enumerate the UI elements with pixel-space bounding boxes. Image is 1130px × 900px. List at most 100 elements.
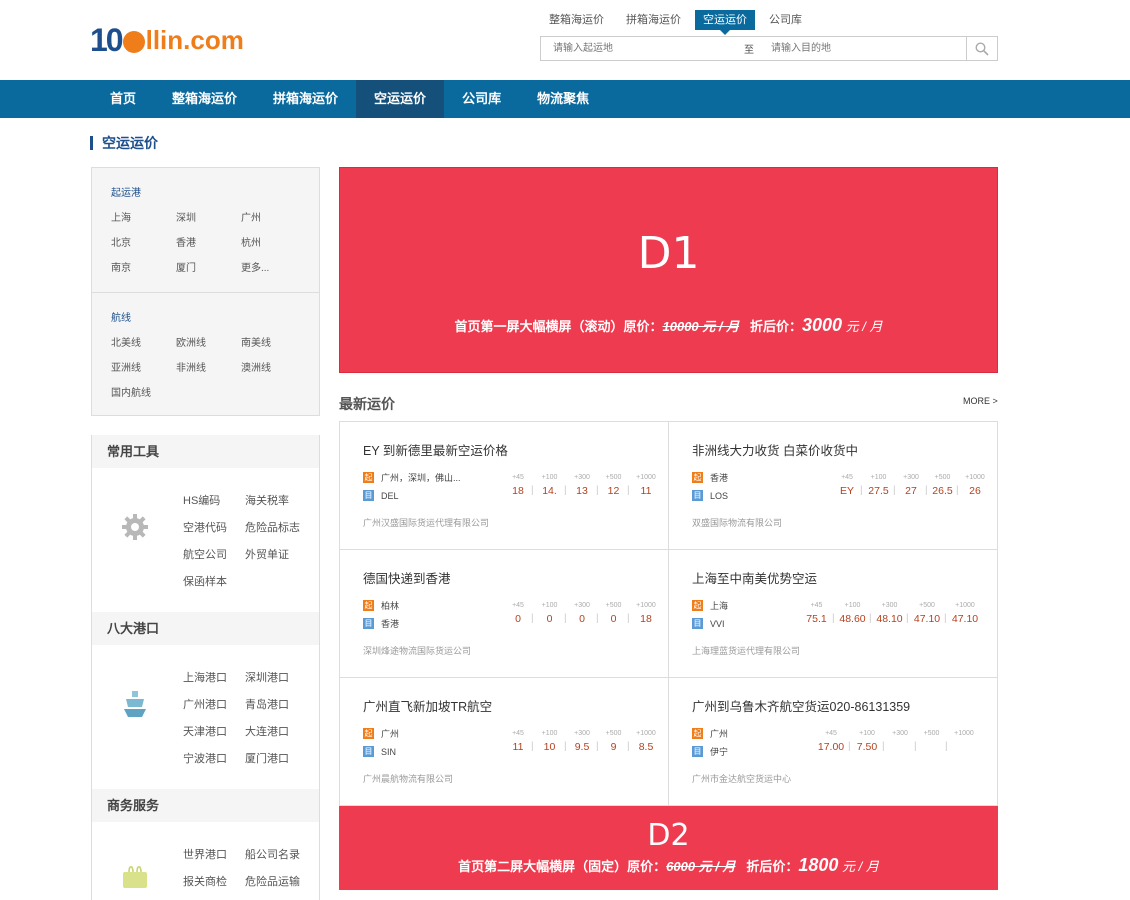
weight-break-header: +100 xyxy=(870,474,887,481)
route-filter-item[interactable]: 非洲线 xyxy=(176,359,241,374)
rate-card[interactable]: 广州直飞新加坡TR航空 起广州 目 SIN +45 11 +100 10 +300… xyxy=(340,678,669,806)
price-column: +300 48.10 xyxy=(871,602,908,627)
company-name[interactable]: 广州汉盛国际货运代理有限公司 xyxy=(363,516,489,529)
company-name[interactable]: 广州市金达航空货运中心 xyxy=(692,772,791,785)
nav-home[interactable]: 首页 xyxy=(92,80,154,118)
price-value: 47.10 xyxy=(946,613,984,627)
port-filter-item[interactable]: 南京 xyxy=(111,259,176,274)
banner-unit: 元 / 月 xyxy=(842,859,879,874)
price-table: +45 EY +100 27.5 +300 27 +500 26.5 +1000… xyxy=(832,474,992,499)
route-filter-item[interactable]: 欧洲线 xyxy=(176,334,241,349)
search-tab-air[interactable]: 空运运价 xyxy=(695,10,755,35)
weight-break-header: +100 xyxy=(844,602,861,609)
price-column: +500 9 xyxy=(598,730,629,755)
company-name[interactable]: 深圳烽途物流国际货运公司 xyxy=(363,644,471,657)
rate-card[interactable]: 广州到乌鲁木齐航空货运020-86131359 起广州 目伊宁 +45 17.0… xyxy=(669,678,998,806)
ship-icon xyxy=(124,691,146,717)
weight-break-header: +500 xyxy=(605,730,622,737)
company-name[interactable]: 广州晨航物流有限公司 xyxy=(363,772,453,785)
nav-news[interactable]: 物流聚焦 xyxy=(519,80,607,118)
rate-title[interactable]: 广州直飞新加坡TR航空 xyxy=(363,696,668,714)
origin-search-input[interactable] xyxy=(541,37,739,60)
destination-place: VVI xyxy=(710,618,725,629)
banner-price: 1800 xyxy=(798,855,839,875)
port-link[interactable]: 青岛港口 xyxy=(245,696,307,711)
port-link[interactable]: 深圳港口 xyxy=(245,669,307,684)
tool-link[interactable]: HS编码 xyxy=(183,492,245,507)
port-link[interactable]: 上海港口 xyxy=(183,669,245,684)
banner-discount-label: 折后价： xyxy=(746,859,799,874)
price-column: +300 9.5 xyxy=(566,730,598,755)
port-link[interactable]: 广州港口 xyxy=(183,696,245,711)
more-link[interactable]: MORE > xyxy=(963,396,998,406)
search-button[interactable] xyxy=(966,37,997,60)
price-column: +100 48.60 xyxy=(834,602,871,627)
nav-fcl[interactable]: 整箱海运价 xyxy=(154,80,255,118)
rate-card[interactable]: EY 到新德里最新空运价格 起广州，深圳，佛山... 目 DEL +45 18 +… xyxy=(340,422,669,550)
rate-title[interactable]: 德国快递到香港 xyxy=(363,568,668,586)
nav-company[interactable]: 公司库 xyxy=(444,80,519,118)
ad-banner-d1[interactable]: D1 首页第一屏大幅横屏（滚动）原价：10000 元 / 月 折后价：3000 … xyxy=(339,167,998,373)
site-logo[interactable]: 10 llin.com xyxy=(90,22,244,58)
price-value: 75.1 xyxy=(806,613,827,625)
route-filter-item[interactable]: 北美线 xyxy=(111,334,176,349)
tool-link[interactable]: 空港代码 xyxy=(183,519,245,534)
tool-link[interactable]: 保函样本 xyxy=(183,573,245,588)
port-filter-item[interactable]: 杭州 xyxy=(241,234,306,249)
price-value: 18 xyxy=(512,485,524,497)
port-filter-item[interactable]: 深圳 xyxy=(176,209,241,224)
ad-banner-d2[interactable]: D2 首页第二屏大幅横屏（固定）原价：6000 元 / 月 折后价：1800 元… xyxy=(339,806,998,890)
weight-break-header: +1000 xyxy=(636,474,656,481)
destination-search-input[interactable] xyxy=(759,37,964,60)
tool-link[interactable]: 海关税率 xyxy=(245,492,307,507)
company-name[interactable]: 上海理蓝货运代理有限公司 xyxy=(692,644,800,657)
rate-card[interactable]: 德国快递到香港 起柏林 目香港 +45 0 +100 0 +300 0 +500… xyxy=(340,550,669,678)
rate-card[interactable]: 非洲线大力收货 白菜价收货中 起香港 目 LOS +45 EY +100 27.5… xyxy=(669,422,998,550)
logo-text-prefix: 10 xyxy=(90,21,124,58)
port-link[interactable]: 厦门港口 xyxy=(245,750,307,765)
port-filter-item[interactable]: 上海 xyxy=(111,209,176,224)
port-link[interactable]: 天津港口 xyxy=(183,723,245,738)
route-filter-item[interactable]: 国内航线 xyxy=(111,384,176,399)
port-filter-item[interactable]: 香港 xyxy=(176,234,241,249)
tool-link[interactable]: 外贸单证 xyxy=(245,546,307,561)
nav-air[interactable]: 空运运价 xyxy=(356,80,445,118)
weight-break-header: +100 xyxy=(541,730,558,737)
service-link[interactable]: 船公司名录 xyxy=(245,846,307,861)
tool-link[interactable]: 航空公司 xyxy=(183,546,245,561)
route-filter-item[interactable]: 澳洲线 xyxy=(241,359,306,374)
rate-card[interactable]: 上海至中南美优势空运 起上海 目 VVI +45 75.1 +100 48.60 … xyxy=(669,550,998,678)
port-filter-item[interactable]: 广州 xyxy=(241,209,306,224)
rate-route: 起上海 目 VVI xyxy=(692,598,728,634)
service-link[interactable]: 世界港口 xyxy=(183,846,245,861)
port-filter-more[interactable]: 更多... xyxy=(241,259,306,274)
company-name[interactable]: 双盛国际物流有限公司 xyxy=(692,516,782,529)
search-tab-fcl[interactable]: 整箱海运价 xyxy=(541,10,612,30)
weight-break-header: +45 xyxy=(512,474,524,481)
rate-title[interactable]: 广州到乌鲁木齐航空货运020-86131359 xyxy=(692,696,998,714)
price-value xyxy=(916,741,947,755)
route-filter-item[interactable]: 亚洲线 xyxy=(111,359,176,374)
rate-title[interactable]: 上海至中南美优势空运 xyxy=(692,568,998,586)
service-link[interactable]: 报关商检 xyxy=(183,873,245,888)
rate-route: 起广州，深圳，佛山... 目 DEL xyxy=(363,470,461,506)
rate-title[interactable]: EY 到新德里最新空运价格 xyxy=(363,440,668,458)
search-tab-company[interactable]: 公司库 xyxy=(761,10,810,30)
weight-break-header: +1000 xyxy=(954,730,974,737)
weight-break-header: +300 xyxy=(881,602,898,609)
rate-title[interactable]: 非洲线大力收货 白菜价收货中 xyxy=(692,440,998,458)
service-link[interactable]: 危险品运输 xyxy=(245,873,307,888)
tool-link[interactable]: 危险品标志 xyxy=(245,519,307,534)
route-filter-item[interactable]: 南美线 xyxy=(241,334,306,349)
price-column: +300 0 xyxy=(566,602,598,627)
port-link[interactable]: 大连港口 xyxy=(245,723,307,738)
search-tab-lcl[interactable]: 拼箱海运价 xyxy=(618,10,689,30)
nav-lcl[interactable]: 拼箱海运价 xyxy=(255,80,356,118)
port-filter-item[interactable]: 厦门 xyxy=(176,259,241,274)
rate-route: 起广州 目伊宁 xyxy=(692,726,728,762)
port-link[interactable]: 宁波港口 xyxy=(183,750,245,765)
banner-original-price: 10000 元 / 月 xyxy=(662,319,740,334)
port-filter-item[interactable]: 北京 xyxy=(111,234,176,249)
price-value: 17.00 xyxy=(817,741,845,753)
price-value: 27 xyxy=(895,485,927,499)
